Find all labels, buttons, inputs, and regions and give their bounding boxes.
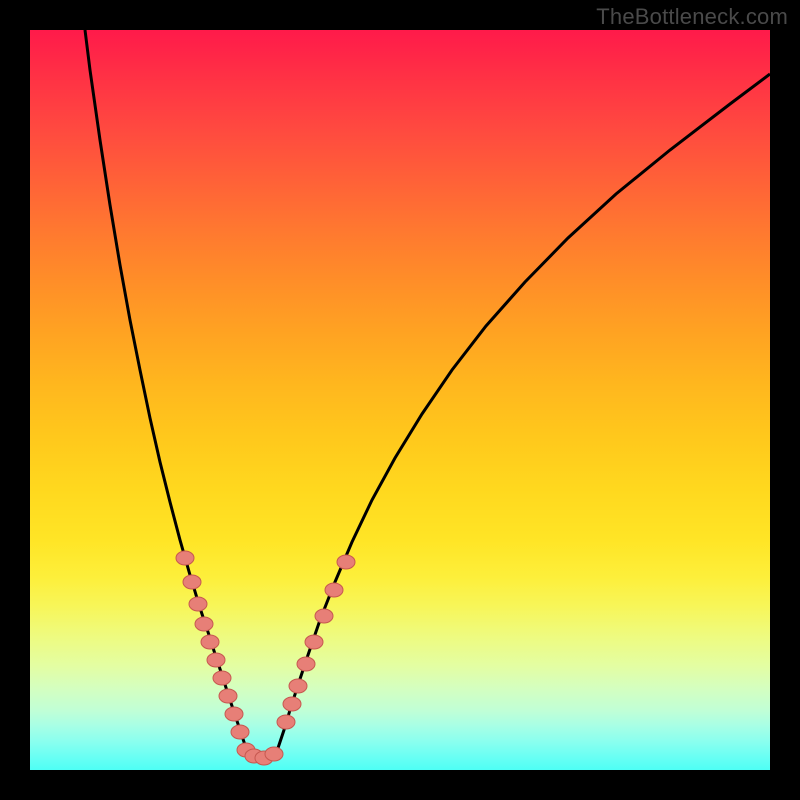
band-dot — [283, 697, 301, 711]
band-dot — [277, 715, 295, 729]
curves-layer — [30, 30, 770, 770]
band-dot — [207, 653, 225, 667]
band-dot — [325, 583, 343, 597]
band-dot — [265, 747, 283, 761]
band-dot — [297, 657, 315, 671]
band-dot — [176, 551, 194, 565]
band-dot — [231, 725, 249, 739]
watermark-text: TheBottleneck.com — [596, 4, 788, 30]
band-dot — [201, 635, 219, 649]
band-dots — [176, 551, 355, 765]
band-dot — [315, 609, 333, 623]
left-curve — [85, 30, 246, 748]
band-dot — [189, 597, 207, 611]
band-dot — [225, 707, 243, 721]
band-dot — [183, 575, 201, 589]
band-dot — [213, 671, 231, 685]
band-dot — [195, 617, 213, 631]
band-dot — [219, 689, 237, 703]
band-dot — [289, 679, 307, 693]
right-curve — [278, 74, 770, 748]
band-dot — [337, 555, 355, 569]
plot-area — [30, 30, 770, 770]
band-dot — [305, 635, 323, 649]
chart-frame: TheBottleneck.com — [0, 0, 800, 800]
